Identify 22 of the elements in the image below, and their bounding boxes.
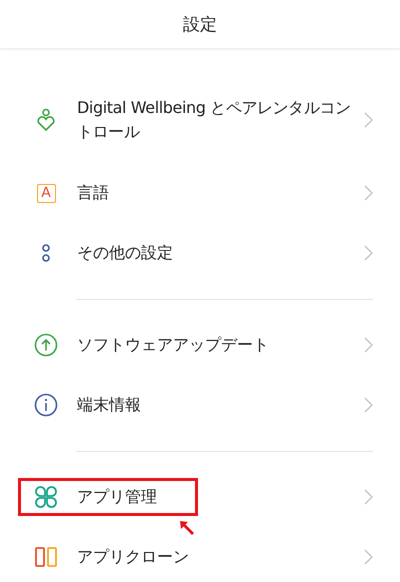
apps-icon (35, 486, 57, 508)
setting-label[interactable]: アプリクローン (77, 545, 189, 569)
info-icon (34, 393, 58, 417)
chevron-right-icon (364, 245, 373, 261)
chevron-right-icon (364, 337, 373, 353)
setting-label[interactable]: その他の設定 (77, 241, 173, 265)
person-heart-icon (36, 108, 56, 132)
twin-rectangles-icon (35, 547, 57, 567)
setting-label[interactable]: アプリ管理 (77, 485, 157, 509)
dots-icon (41, 243, 51, 263)
setting-label[interactable]: 言語 (77, 181, 109, 205)
language-icon: A (36, 184, 56, 202)
chevron-right-icon (364, 489, 373, 505)
chevron-right-icon (364, 549, 373, 565)
setting-label[interactable]: ソフトウェアアップデート (77, 333, 269, 357)
page-title: 設定 (183, 14, 217, 36)
pointer-arrow-icon (179, 520, 195, 536)
chevron-right-icon (364, 112, 373, 128)
setting-label[interactable]: 端末情報 (77, 393, 141, 417)
setting-label[interactable]: Digital Wellbeing とペアレンタルコントロール (77, 84, 351, 156)
chevron-right-icon (364, 185, 373, 201)
chevron-right-icon (364, 397, 373, 413)
